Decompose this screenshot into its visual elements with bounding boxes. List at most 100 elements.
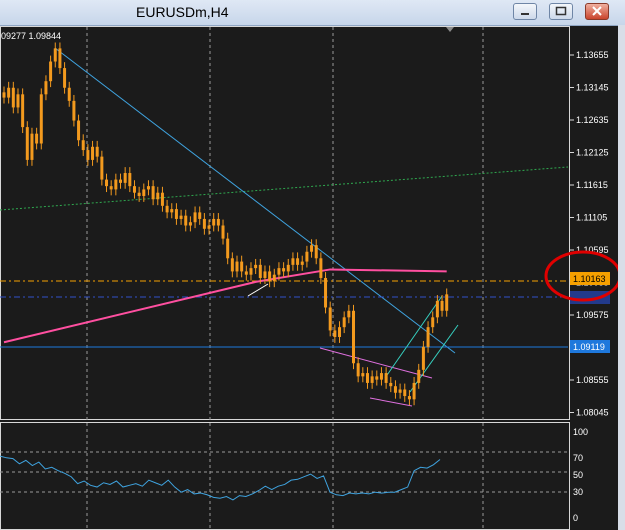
candle-body <box>35 133 39 144</box>
price-tick-label: 1.12635 <box>576 115 609 125</box>
moving-average-line[interactable] <box>3 268 447 344</box>
white-arrow-line[interactable] <box>247 283 269 297</box>
candle-body <box>319 258 323 278</box>
indicator-frame <box>0 422 570 530</box>
ohlc-label: 09277 1.09844 <box>1 31 61 41</box>
candle-body <box>384 373 388 383</box>
candle-body <box>39 94 43 144</box>
candle-body <box>212 218 216 226</box>
minimize-icon <box>521 13 529 15</box>
candle-body <box>142 189 146 196</box>
candle-body <box>151 186 155 200</box>
candle-body <box>249 268 253 275</box>
close-button[interactable] <box>585 3 609 20</box>
candle-body <box>440 300 444 311</box>
candle-body <box>356 363 360 377</box>
candle-body <box>146 186 150 190</box>
candle-body <box>156 192 160 200</box>
indicator-polyline <box>0 455 441 501</box>
candle-body <box>314 245 318 259</box>
candle-body <box>352 310 355 364</box>
candle-body <box>421 346 425 370</box>
chart-window: EURUSDm,H4 1.13655 1.13145 1.12635 1.121… <box>0 0 625 530</box>
candle-body <box>202 218 206 229</box>
candle-body <box>230 258 234 272</box>
candle-body <box>188 222 192 226</box>
candle-body <box>221 225 225 239</box>
candle-body <box>328 307 332 331</box>
candle-body <box>426 327 430 347</box>
candle-body <box>53 48 57 62</box>
candle-body <box>300 261 304 265</box>
candle-body <box>137 192 141 196</box>
down-trend-line[interactable] <box>54 47 456 354</box>
candle-body <box>333 330 337 338</box>
minimize-button[interactable] <box>513 3 537 20</box>
candle-body <box>105 179 109 187</box>
price-chart[interactable]: 1.13655 1.13145 1.12635 1.12125 1.11615 1.111… <box>0 25 625 530</box>
candle-body <box>63 68 67 88</box>
candle-body <box>435 300 439 318</box>
candle-body <box>393 386 397 393</box>
channel-line-right[interactable] <box>409 324 459 393</box>
candle-body <box>379 373 383 380</box>
indicator-axis: 100 70 50 30 0 <box>573 427 588 523</box>
candle-body <box>7 87 11 98</box>
candle-body <box>370 376 374 383</box>
candle-body <box>240 261 244 272</box>
candle-body <box>445 294 449 311</box>
candle-body <box>114 179 118 190</box>
candle-body <box>347 310 351 318</box>
support-wedge-upper[interactable] <box>319 347 433 379</box>
candle-body <box>58 48 62 69</box>
support-wedge-lower[interactable] <box>369 397 413 407</box>
candle-body <box>179 215 183 219</box>
candle-body <box>277 268 281 275</box>
candle-body <box>160 192 164 206</box>
candle-body <box>77 120 81 141</box>
candle-body <box>431 317 435 328</box>
candle-body <box>49 61 53 82</box>
candle-body <box>338 327 342 338</box>
price-badge-2: 1.09119 <box>570 340 610 353</box>
price-badge-1-label: 1.10163 <box>573 274 606 284</box>
candle-body <box>310 245 314 252</box>
price-axis[interactable]: 1.13655 1.13145 1.12635 1.12125 1.11615 1.111… <box>570 50 609 418</box>
restore-button[interactable] <box>549 3 573 20</box>
candle-body <box>174 209 178 219</box>
price-badge-2-label: 1.09119 <box>573 342 605 352</box>
price-tick-label: 1.13145 <box>576 83 609 93</box>
price-tick-label: 1.13655 <box>576 50 609 60</box>
vertical-grid <box>86 27 484 530</box>
candle-body <box>291 258 295 265</box>
indicator-tick-label: 30 <box>573 487 583 497</box>
candle-body <box>244 271 248 275</box>
candle-body <box>389 382 393 387</box>
title-bar[interactable]: EURUSDm,H4 <box>0 0 625 26</box>
chart-shift-marker[interactable] <box>446 27 454 32</box>
candle-body <box>216 218 220 226</box>
price-tick-label: 1.08045 <box>576 408 609 418</box>
candle-body <box>263 271 267 278</box>
indicator-tick-label: 70 <box>573 453 583 463</box>
candle-body <box>286 264 290 272</box>
indicator-line <box>0 455 441 501</box>
indicator-levels <box>0 451 570 493</box>
indicator-tick-label: 50 <box>573 470 583 480</box>
candle-body <box>375 376 379 380</box>
candle-body <box>361 373 365 377</box>
candle-body <box>412 382 416 400</box>
candle-body <box>296 258 300 265</box>
candle-body <box>417 369 421 383</box>
price-tick-label: 1.08555 <box>576 375 609 385</box>
candle-body <box>100 156 104 180</box>
candle-body <box>91 146 95 160</box>
candle-body <box>207 225 211 229</box>
candle-body <box>16 94 20 108</box>
indicator-tick-label: 0 <box>573 513 578 523</box>
candle-body <box>81 140 85 151</box>
candle-body <box>30 133 34 160</box>
candle-body <box>342 317 346 328</box>
candle-body <box>272 274 276 282</box>
blue-price-badge <box>570 291 610 304</box>
